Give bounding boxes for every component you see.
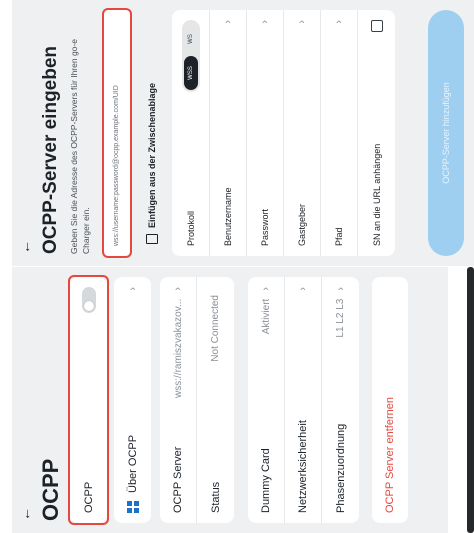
append-sn-row[interactable]: SN an die URL anhängen: [358, 10, 395, 256]
ocpp-server-label: OCPP Server: [172, 446, 184, 513]
password-row[interactable]: Passwort ›: [247, 10, 284, 256]
dummy-card-label: Dummy Card: [260, 448, 272, 513]
ocpp-screen: ← OCPP OCPP Über OCPP › OCPP Server wss:…: [0, 267, 474, 533]
password-label: Passwort: [260, 208, 270, 246]
server-entry-screen: ← OCPP-Server eingeben Geben Sie die Adr…: [0, 0, 474, 266]
back-arrow-icon[interactable]: ←: [17, 240, 33, 254]
protocol-label: Protokoll: [185, 210, 196, 246]
back-arrow-icon[interactable]: ←: [17, 507, 33, 521]
protocol-option-ws[interactable]: WS: [184, 22, 198, 56]
about-card: Über OCPP ›: [114, 277, 151, 523]
about-ocpp-label: Über OCPP: [126, 434, 139, 493]
chevron-right-icon: ›: [296, 20, 308, 24]
server-card: OCPP Server wss://ramiszvakazov... › Sta…: [160, 277, 234, 523]
clipboard-icon: [146, 234, 158, 244]
about-ocpp-row[interactable]: Über OCPP ›: [114, 277, 151, 523]
rotated-stage: ← OCPP OCPP Über OCPP › OCPP Server wss:…: [0, 0, 474, 533]
chevron-right-icon: ›: [222, 20, 234, 24]
network-security-row[interactable]: Netzwerksicherheit ›: [285, 277, 322, 523]
host-row[interactable]: Gastgeber ›: [284, 10, 321, 256]
ocpp-server-value: wss://ramiszvakazov...: [172, 298, 184, 398]
phase-assignment-label: Phasenzuordnung: [334, 423, 347, 513]
protocol-segmented-control[interactable]: WSS WS: [181, 20, 200, 92]
bottom-bar: [448, 267, 474, 533]
status-label: Status: [209, 481, 222, 513]
status-value: Not Connected: [210, 295, 221, 362]
dummy-card-value: Aktiviert: [260, 298, 272, 335]
chevron-right-icon: ›: [259, 20, 271, 24]
page-title: OCPP-Server eingeben: [40, 45, 61, 254]
path-label: Pfad: [334, 227, 344, 246]
chevron-right-icon: ›: [297, 287, 309, 291]
page-title: OCPP: [38, 458, 63, 521]
ocpp-server-row[interactable]: OCPP Server wss://ramiszvakazov... ›: [160, 277, 197, 523]
chevron-right-icon: ›: [172, 287, 184, 291]
network-security-label: Netzwerksicherheit: [297, 420, 309, 513]
phase-assignment-row[interactable]: Phasenzuordnung L1 L2 L3 ›: [322, 277, 359, 523]
host-label: Gastgeber: [297, 203, 307, 246]
chevron-right-icon: ›: [333, 20, 345, 24]
status-row: Status Not Connected: [197, 277, 234, 523]
chevron-right-icon: ›: [334, 287, 347, 291]
ocpp-logo-icon: [126, 501, 139, 513]
highlight-frame: [102, 8, 132, 258]
chevron-right-icon: ›: [126, 287, 139, 291]
settings-card: Dummy Card Aktiviert › Netzwerksicherhei…: [248, 277, 359, 523]
add-server-button[interactable]: OCPP-Server hinzufügen: [428, 10, 464, 256]
home-indicator: [467, 267, 474, 533]
page-subtitle: Geben Sie die Adresse des OCPP-Servers f…: [69, 39, 91, 254]
chevron-right-icon: ›: [260, 287, 272, 291]
protocol-row: Protokoll WSS WS: [172, 10, 210, 256]
highlight-frame: [68, 275, 109, 525]
remove-server-button[interactable]: OCPP Server entfernen: [372, 277, 408, 523]
phase-assignment-value: L1 L2 L3: [335, 298, 346, 338]
paste-clipboard-label: Einfügen aus der Zwischenablage: [147, 82, 157, 228]
append-sn-label: SN an die URL anhängen: [371, 143, 382, 246]
append-sn-checkbox[interactable]: [370, 20, 383, 32]
status-bar: [0, 267, 12, 533]
server-fields-card: Protokoll WSS WS Benutzername › Passwort…: [172, 10, 395, 256]
path-row[interactable]: Pfad ›: [321, 10, 358, 256]
protocol-option-wss[interactable]: WSS: [183, 56, 198, 90]
username-label: Benutzername: [223, 187, 233, 246]
paste-clipboard-button[interactable]: Einfügen aus der Zwischenablage: [136, 10, 168, 256]
status-bar: [0, 0, 12, 266]
dummy-card-row[interactable]: Dummy Card Aktiviert ›: [248, 277, 285, 523]
username-row[interactable]: Benutzername ›: [210, 10, 247, 256]
